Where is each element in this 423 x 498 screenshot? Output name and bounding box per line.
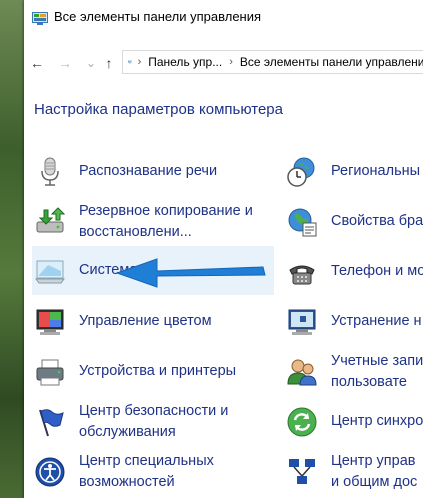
security-flag-icon (39, 409, 64, 437)
chevron-right-icon[interactable]: › (229, 56, 233, 68)
sync-center-icon (287, 407, 317, 437)
item-label[interactable]: Управление цветом (79, 311, 212, 332)
browser-properties-icon (288, 208, 317, 237)
item-label[interactable]: Телефон и мо (331, 261, 423, 282)
title-bar[interactable]: Все элементы панели управления (24, 0, 423, 42)
item-label[interactable]: Региональны (331, 161, 420, 182)
color-management-icon (36, 309, 64, 335)
region-clock-icon (287, 157, 315, 187)
navigation-bar: ← → ⌄ ↑ › Панель упр... › Все элементы п… (24, 44, 423, 80)
back-arrow-icon[interactable]: ← (26, 52, 48, 74)
breadcrumb-all-items[interactable]: Все элементы панели управления (240, 55, 423, 69)
item-devices-printers[interactable]: Устройства и принтеры (24, 347, 274, 397)
item-speech-recognition[interactable]: Распознавание речи (24, 147, 274, 197)
item-network-sharing-center[interactable]: Центр управ и общим дос (276, 447, 423, 497)
item-label[interactable]: Устройства и принтеры (79, 361, 236, 382)
annotation-arrow-icon (115, 258, 266, 288)
troubleshooting-icon (288, 309, 316, 335)
item-label[interactable]: Центр специальных (79, 451, 214, 472)
backup-restore-icon (36, 207, 66, 233)
item-label[interactable]: Центр управ (331, 451, 415, 472)
chevron-right-icon[interactable]: › (138, 56, 142, 68)
item-label[interactable]: восстановлени... (79, 222, 192, 243)
system-monitor-icon (35, 260, 65, 284)
desktop-wallpaper (0, 0, 24, 498)
user-accounts-icon (287, 359, 317, 386)
item-label[interactable]: Распознавание речи (79, 161, 217, 182)
item-ease-of-access[interactable]: Центр специальных возможностей (24, 447, 274, 497)
item-label[interactable]: Устранение н (331, 311, 422, 332)
control-panel-icon (128, 60, 132, 64)
address-bar[interactable]: › Панель упр... › Все элементы панели уп… (122, 50, 423, 74)
item-security-maintenance[interactable]: Центр безопасности и обслуживания (24, 397, 274, 447)
page-heading: Настройка параметров компьютера (34, 101, 283, 118)
item-backup-restore[interactable]: Резервное копирование и восстановлени... (24, 197, 274, 247)
item-label[interactable]: обслуживания (79, 422, 176, 443)
microphone-icon (41, 157, 59, 186)
phone-modem-icon (289, 265, 315, 285)
control-panel-icon (32, 12, 48, 25)
accessibility-icon (35, 457, 65, 487)
item-label[interactable]: Центр безопасности и (79, 401, 228, 422)
item-troubleshooting[interactable]: Устранение н (276, 297, 423, 347)
item-label[interactable]: возможностей (79, 472, 175, 493)
item-label[interactable]: пользовате (331, 372, 407, 393)
item-region[interactable]: Региональны (276, 147, 423, 197)
item-label[interactable]: и общим дос (331, 472, 417, 493)
up-arrow-icon[interactable]: ↑ (98, 52, 120, 74)
printer-icon (36, 359, 64, 386)
item-sync-center[interactable]: Центр синхро (276, 397, 423, 447)
item-phone-modem[interactable]: Телефон и мо (276, 247, 423, 297)
forward-arrow-icon[interactable]: → (54, 52, 76, 74)
item-label[interactable]: Свойства бра (331, 211, 423, 232)
item-user-accounts[interactable]: Учетные запи пользовате (276, 347, 423, 397)
window-title: Все элементы панели управления (54, 9, 262, 24)
item-label[interactable]: Центр синхро (331, 411, 423, 432)
network-center-icon (289, 459, 315, 484)
item-label[interactable]: Резервное копирование и (79, 201, 253, 222)
item-color-management[interactable]: Управление цветом (24, 297, 274, 347)
control-panel-window: Все элементы панели управления ← → ⌄ ↑ ›… (24, 0, 423, 498)
breadcrumb-control-panel[interactable]: Панель упр... (148, 55, 222, 69)
item-internet-options[interactable]: Свойства бра (276, 197, 423, 247)
item-label[interactable]: Учетные запи (331, 351, 423, 372)
